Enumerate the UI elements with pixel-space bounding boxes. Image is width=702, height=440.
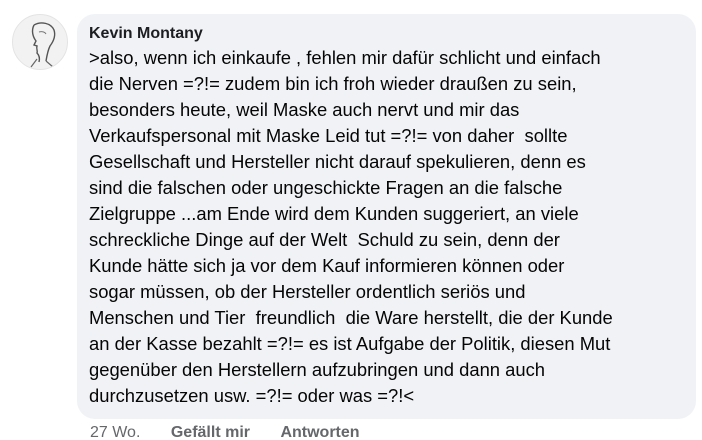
comment-timestamp[interactable]: 27 Wo. bbox=[90, 423, 140, 440]
comment-actions: 27 Wo. Gefällt mir Antworten bbox=[90, 423, 360, 440]
avatar[interactable] bbox=[12, 14, 68, 70]
reply-button[interactable]: Antworten bbox=[280, 423, 359, 440]
comment-text: >also, wenn ich einkaufe , fehlen mir da… bbox=[89, 47, 613, 406]
comment-author[interactable]: Kevin Montany bbox=[89, 24, 684, 44]
profile-avatar-sketch-icon bbox=[30, 22, 56, 68]
comment-bubble: Kevin Montany >also, wenn ich einkaufe ,… bbox=[77, 14, 696, 419]
like-button[interactable]: Gefällt mir bbox=[171, 423, 250, 440]
